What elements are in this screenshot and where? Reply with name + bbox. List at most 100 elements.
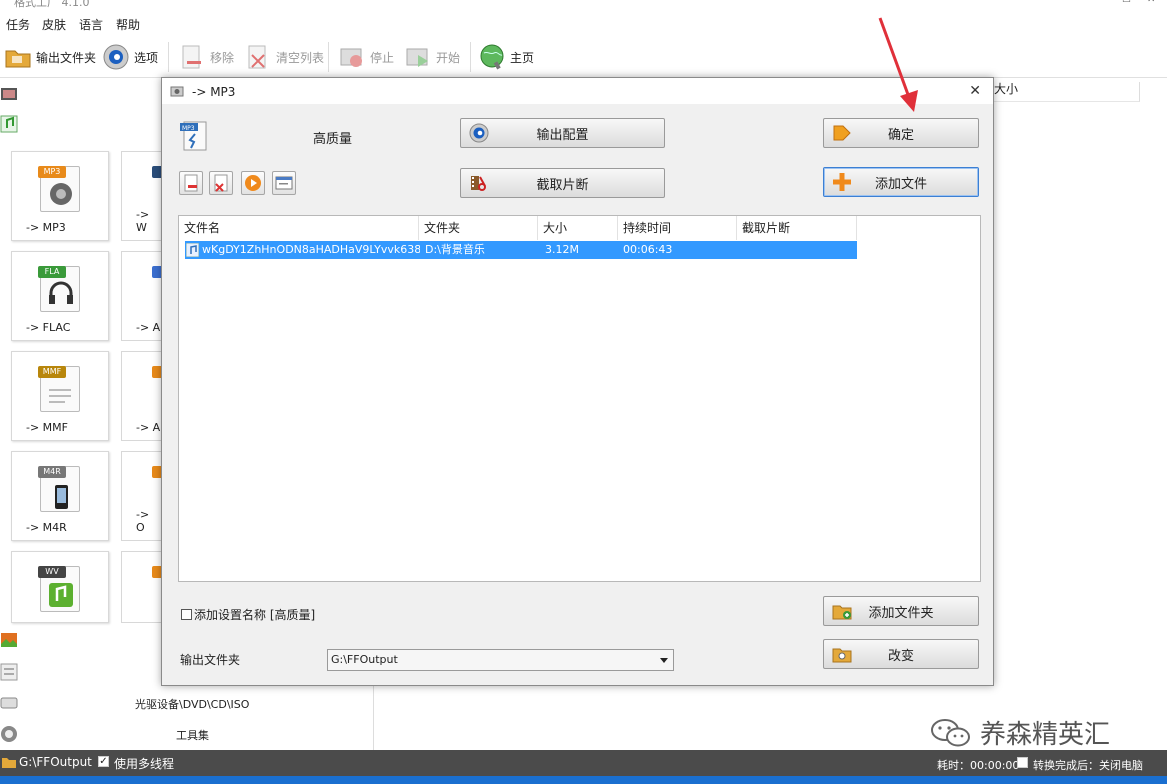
format-col2-item[interactable]: -> A (121, 251, 162, 341)
clear-list-button[interactable]: 清空列表 (244, 42, 324, 72)
toolbar-separator (328, 42, 329, 72)
close-window-icon[interactable]: ✕ (1147, 0, 1155, 5)
dvd-category-label[interactable]: 光驱设备\DVD\CD\ISO (135, 696, 249, 712)
watermark-text: 养森精英汇 (980, 720, 1111, 750)
format-label: -> MMF (26, 421, 68, 434)
toolbar-separator (470, 42, 471, 72)
format-mmf[interactable]: MMF -> MMF (11, 351, 109, 441)
chevron-down-icon (660, 658, 668, 663)
disc-category-icon[interactable] (0, 692, 18, 712)
home-button[interactable]: 主页 (478, 42, 534, 72)
multithread-checkbox[interactable]: ✓ (98, 756, 109, 767)
play-file-button[interactable] (241, 171, 265, 195)
output-folder-button[interactable]: 输出文件夹 (4, 42, 96, 72)
remove-doc-icon (182, 45, 201, 69)
format-label: -> M4R (26, 521, 67, 534)
change-button[interactable]: 改变 (823, 639, 979, 669)
menu-skin[interactable]: 皮肤 (42, 16, 66, 33)
delete-doc-icon (214, 174, 228, 192)
column-header-folder[interactable]: 文件夹 (419, 216, 538, 240)
format-col2-item[interactable] (121, 551, 162, 623)
format-col2-item[interactable]: -> A (121, 351, 162, 441)
folder-icon (2, 758, 16, 768)
dialog-close-icon[interactable]: ✕ (969, 83, 981, 99)
ok-arrow-icon (833, 125, 851, 141)
audio-file-icon (186, 243, 199, 257)
table-row[interactable]: wKgDY1ZhHnODN8aHADHaV9LYvvk638.m4a D:\背景… (185, 241, 857, 259)
folder-icon (5, 50, 31, 68)
picture-category-icon[interactable] (0, 630, 18, 650)
format-tag: M4R (38, 466, 66, 478)
format-col2-item[interactable]: -> O (121, 451, 162, 541)
add-file-button[interactable]: 添加文件 (823, 167, 979, 197)
multithread-label: 使用多线程 (114, 757, 175, 771)
add-folder-icon (832, 605, 852, 620)
output-folder-value: G:\FFOutput (331, 653, 398, 666)
clear-list-icon (248, 45, 266, 69)
clip-scissors-icon (471, 176, 486, 191)
row-size: 3.12M (545, 243, 579, 256)
size-column-header[interactable]: 大小 (994, 82, 1140, 102)
format-col2-item[interactable]: -> W (121, 151, 162, 241)
menu-help[interactable]: 帮助 (116, 16, 140, 33)
output-config-icon (469, 123, 489, 143)
format-mp3[interactable]: MP3 -> MP3 (11, 151, 109, 241)
remove-file-button[interactable] (179, 171, 203, 195)
column-header-duration[interactable]: 持续时间 (618, 216, 737, 240)
menu-task[interactable]: 任务 (6, 16, 30, 33)
dialog-app-icon (170, 86, 184, 97)
video-category-icon[interactable] (0, 84, 18, 104)
column-header-size[interactable]: 大小 (538, 216, 618, 240)
menu-bar: 任务 皮肤 语言 帮助 (0, 10, 1167, 36)
row-duration: 00:06:43 (623, 243, 673, 256)
stop-icon (340, 48, 362, 67)
add-setting-name-label: 添加设置名称 [高质量] (194, 608, 316, 622)
after-conversion-label: 转换完成后：关闭电脑 (1033, 759, 1143, 772)
app-title: 格式工厂 4.1.0 (14, 0, 90, 9)
options-button[interactable]: 选项 (102, 42, 158, 72)
minimize-icon[interactable]: — (1098, 0, 1108, 5)
format-tag: FLA (38, 266, 66, 278)
remove-button[interactable]: 移除 (178, 42, 234, 72)
status-output-path[interactable]: G:\FFOutput (19, 755, 92, 769)
format-label: -> O (136, 508, 150, 534)
info-window-icon (275, 176, 293, 190)
add-setting-name-option[interactable]: 添加设置名称 [高质量] (181, 606, 315, 623)
format-flac[interactable]: FLA -> FLAC (11, 251, 109, 341)
tools-category-icon[interactable] (0, 724, 18, 744)
stop-button[interactable]: 停止 (338, 42, 394, 72)
change-folder-icon (832, 648, 852, 663)
add-setting-name-checkbox[interactable] (181, 609, 192, 620)
format-label: -> FLAC (26, 321, 71, 334)
format-tag: WV (38, 566, 66, 578)
tools-category-label[interactable]: 工具集 (176, 727, 209, 743)
document-category-icon[interactable] (0, 662, 18, 682)
start-button[interactable]: 开始 (404, 42, 460, 72)
format-wv[interactable]: WV (11, 551, 109, 623)
format-tag: MMF (38, 366, 66, 378)
format-label: -> A (136, 421, 161, 434)
clip-segment-button[interactable]: 截取片断 (460, 168, 665, 198)
add-folder-button[interactable]: 添加文件夹 (823, 596, 979, 626)
format-m4r[interactable]: M4R -> M4R (11, 451, 109, 541)
column-header-filename[interactable]: 文件名 (179, 216, 419, 240)
dialog-title: -> MP3 (192, 85, 236, 99)
toolbar: 输出文件夹 选项 移除 清空列表 停止 开始 主页 (0, 36, 1167, 78)
maximize-icon[interactable]: ☐ (1122, 0, 1131, 5)
audio-category-icon[interactable] (0, 114, 18, 134)
format-label: -> MP3 (26, 221, 66, 234)
elapsed-time: 耗时：00:00:00 (937, 759, 1020, 772)
shutdown-checkbox[interactable] (1017, 757, 1028, 768)
ok-button[interactable]: 确定 (823, 118, 979, 148)
format-tag: MP3 (38, 166, 66, 178)
toolbar-separator (168, 42, 169, 72)
menu-language[interactable]: 语言 (79, 16, 103, 33)
app-titlebar: 格式工厂 4.1.0 — ☐ ✕ (0, 0, 1167, 10)
options-gear-icon (103, 44, 129, 70)
svg-text:MP3: MP3 (182, 125, 195, 132)
file-info-button[interactable] (272, 171, 296, 195)
output-folder-select[interactable]: G:\FFOutput (327, 649, 674, 671)
output-config-button[interactable]: 输出配置 (460, 118, 665, 148)
column-header-clip[interactable]: 截取片断 (737, 216, 857, 240)
clear-files-button[interactable] (209, 171, 233, 195)
